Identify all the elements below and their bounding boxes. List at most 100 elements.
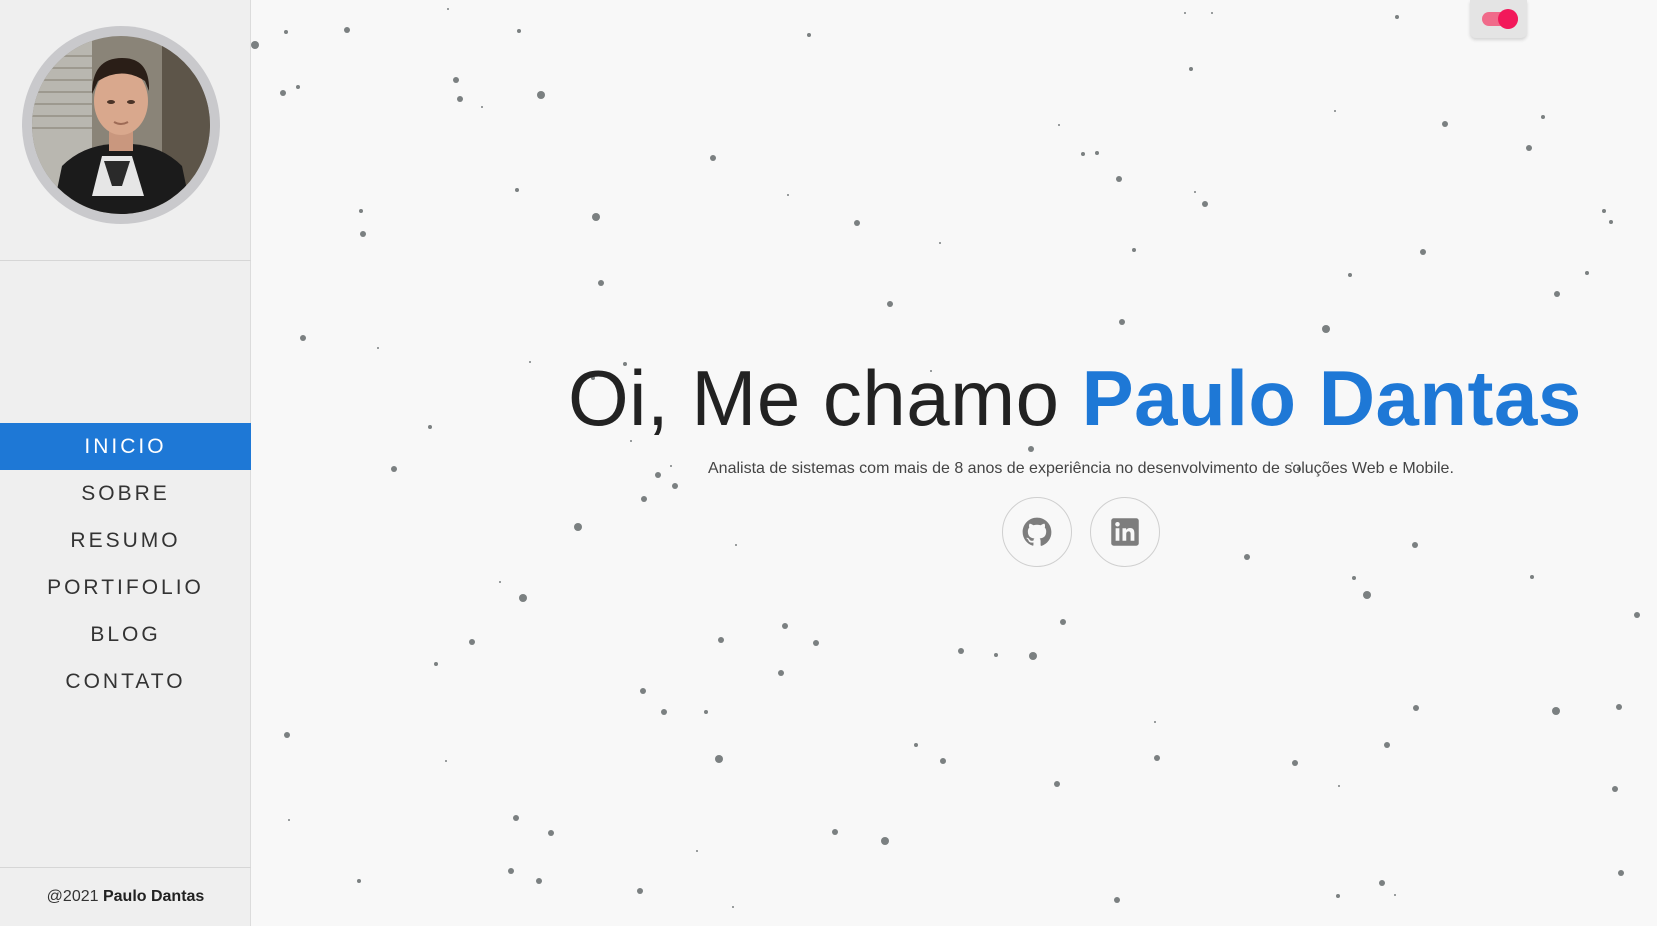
- particle-dot: [832, 829, 838, 835]
- particle-dot: [1552, 707, 1560, 715]
- particle-dot: [280, 90, 286, 96]
- particle-dot: [641, 496, 647, 502]
- particle-dot: [457, 96, 463, 102]
- particle-dot: [251, 41, 259, 49]
- particle-dot: [1132, 248, 1136, 252]
- particle-dot: [359, 209, 363, 213]
- particle-dot: [732, 906, 734, 908]
- particle-dot: [288, 819, 290, 821]
- nav-item-contato[interactable]: CONTATO: [0, 658, 251, 705]
- particle-dot: [515, 188, 519, 192]
- particle-dot: [787, 194, 789, 196]
- particle-dot: [640, 688, 646, 694]
- linkedin-icon: [1111, 518, 1139, 546]
- github-button[interactable]: [1002, 497, 1072, 567]
- particle-dot: [284, 732, 290, 738]
- particle-dot: [1420, 249, 1426, 255]
- particle-dot: [453, 77, 459, 83]
- linkedin-button[interactable]: [1090, 497, 1160, 567]
- particle-dot: [1379, 880, 1385, 886]
- particle-dot: [344, 27, 350, 33]
- particle-dot: [1554, 291, 1560, 297]
- nav-item-portifolio[interactable]: PORTIFOLIO: [0, 564, 251, 611]
- particle-dot: [958, 648, 964, 654]
- particle-dot: [1154, 755, 1160, 761]
- particle-dot: [807, 33, 811, 37]
- hero-title: Oi, Me chamo Paulo Dantas: [568, 353, 1582, 444]
- particle-dot: [1352, 576, 1356, 580]
- particle-dot: [598, 280, 604, 286]
- particle-dot: [655, 472, 661, 478]
- avatar: [32, 36, 210, 214]
- particle-dot: [1202, 201, 1208, 207]
- particle-dot: [1154, 721, 1156, 723]
- particle-dot: [357, 879, 361, 883]
- particle-dot: [914, 743, 918, 747]
- particle-dot: [778, 670, 784, 676]
- particle-dot: [782, 623, 788, 629]
- sidebar-divider: [0, 260, 251, 261]
- sidebar-footer: @2021 Paulo Dantas: [0, 888, 251, 906]
- particle-dot: [1119, 319, 1125, 325]
- particle-dot: [360, 231, 366, 237]
- particle-dot: [1336, 894, 1340, 898]
- particle-dot: [499, 581, 501, 583]
- particle-dot: [296, 85, 300, 89]
- particle-dot: [1616, 704, 1622, 710]
- particle-dot: [1348, 273, 1352, 277]
- copyright-year: @2021: [46, 888, 99, 905]
- avatar-frame: [22, 26, 220, 224]
- particle-dot: [672, 483, 678, 489]
- particle-dot: [1363, 591, 1371, 599]
- particle-dot: [1394, 894, 1396, 896]
- particle-dot: [887, 301, 893, 307]
- nav-item-sobre[interactable]: SOBRE: [0, 470, 251, 517]
- avatar-photo: [32, 36, 210, 214]
- particle-dot: [284, 30, 288, 34]
- particle-dot: [1060, 619, 1066, 625]
- particle-dot: [447, 8, 449, 10]
- particle-dot: [377, 347, 379, 349]
- particle-dot: [1189, 67, 1193, 71]
- particle-dot: [1028, 446, 1034, 452]
- footer-author: Paulo Dantas: [102, 888, 205, 905]
- particle-dot: [1412, 542, 1418, 548]
- theme-toggle[interactable]: [1470, 0, 1527, 38]
- nav-item-blog[interactable]: BLOG: [0, 611, 251, 658]
- particle-dot: [881, 837, 889, 845]
- footer-divider: [0, 867, 251, 868]
- particle-dot: [513, 815, 519, 821]
- particle-dot: [696, 850, 698, 852]
- particle-dot: [1526, 145, 1532, 151]
- toggle-knob: [1498, 9, 1518, 29]
- particle-dot: [1585, 271, 1589, 275]
- particle-dot: [1194, 191, 1196, 193]
- particle-dot: [994, 653, 998, 657]
- nav-item-resumo[interactable]: RESUMO: [0, 517, 251, 564]
- nav-item-inicio[interactable]: INICIO: [0, 423, 251, 470]
- particle-dot: [1029, 652, 1037, 660]
- particle-dot: [434, 662, 438, 666]
- particle-dot: [939, 242, 941, 244]
- particle-dot: [519, 594, 527, 602]
- main-nav: INICIO SOBRE RESUMO PORTIFOLIO BLOG CONT…: [0, 423, 251, 705]
- particle-dot: [718, 637, 724, 643]
- particle-dot: [1609, 220, 1613, 224]
- particle-dot: [637, 888, 643, 894]
- particle-dot: [1292, 760, 1298, 766]
- particle-dot: [940, 758, 946, 764]
- particle-dot: [710, 155, 716, 161]
- particle-dot: [574, 523, 582, 531]
- particle-dot: [661, 709, 667, 715]
- particle-dot: [1395, 15, 1399, 19]
- particle-dot: [508, 868, 514, 874]
- particle-dot: [391, 466, 397, 472]
- particle-dot: [517, 29, 521, 33]
- particle-dot: [529, 361, 531, 363]
- particle-dot: [1602, 209, 1606, 213]
- particle-dot: [469, 639, 475, 645]
- sidebar: INICIO SOBRE RESUMO PORTIFOLIO BLOG CONT…: [0, 0, 251, 926]
- particle-dot: [854, 220, 860, 226]
- particle-dot: [813, 640, 819, 646]
- hero-greeting: Oi, Me chamo: [568, 354, 1060, 442]
